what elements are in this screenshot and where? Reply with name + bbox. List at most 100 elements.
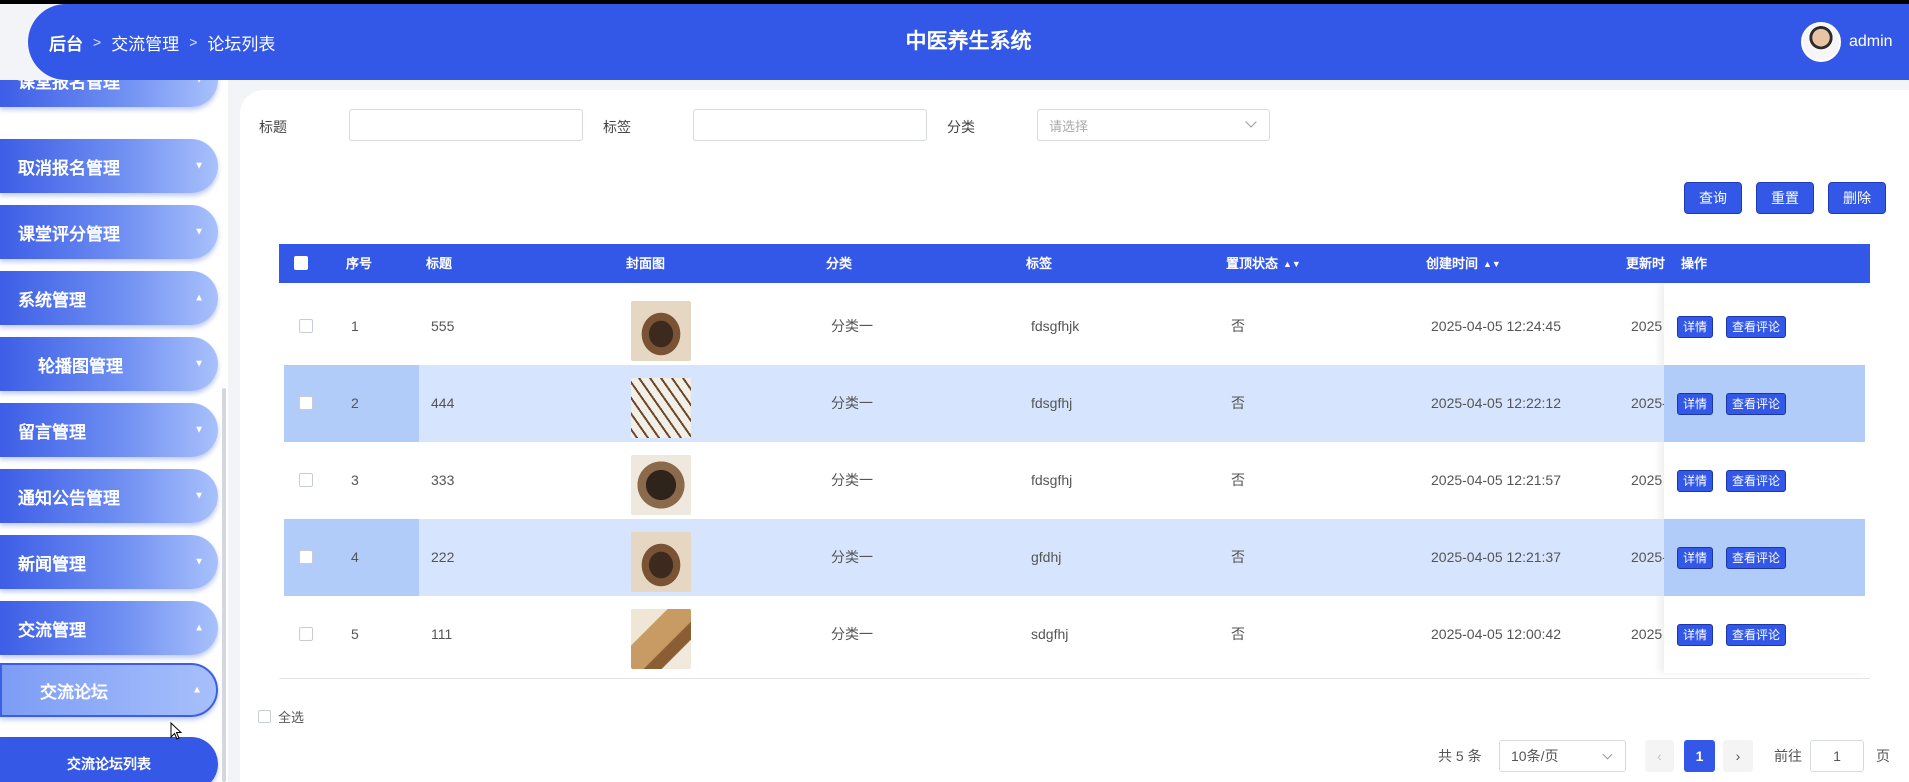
sidebar-item-forum-list[interactable]: 交流论坛列表 (0, 737, 218, 782)
detail-button[interactable]: 详情 (1677, 316, 1714, 338)
detail-button[interactable]: 详情 (1677, 547, 1714, 569)
sidebar-item-news[interactable]: 新闻管理 ▼ (0, 535, 218, 589)
row-title: 555 (431, 318, 455, 334)
table-row[interactable]: 4 222 分类一 gfdhj 否 2025-04-05 12:21:37 2025-0 (284, 519, 1865, 596)
sidebar-item-exchange[interactable]: 交流管理 ▲ (0, 601, 218, 655)
sidebar-item-label: 系统管理 (18, 290, 86, 310)
chevron-down-icon: ▼ (194, 556, 204, 568)
category-filter-label: 分类 (947, 119, 975, 135)
sidebar-item-notices[interactable]: 通知公告管理 ▼ (0, 469, 218, 523)
sidebar-item-system[interactable]: 系统管理 ▲ (0, 271, 218, 325)
cover-thumbnail[interactable] (631, 301, 691, 361)
view-comments-button[interactable]: 查看评论 (1726, 624, 1787, 646)
view-comments-button[interactable]: 查看评论 (1726, 470, 1787, 492)
row-ops-cell: 详情 查看评论 (1664, 442, 1865, 519)
username[interactable]: admin (1849, 33, 1909, 51)
col-updated: 更新时 (1626, 256, 1666, 271)
reset-button[interactable]: 重置 (1756, 182, 1814, 214)
breadcrumb-section[interactable]: 交流管理 (111, 30, 179, 55)
sort-icon[interactable]: ▲▼ (1483, 245, 1501, 284)
view-comments-button[interactable]: 查看评论 (1726, 547, 1787, 569)
select-all-checkbox[interactable] (294, 256, 308, 270)
chevron-right-icon: > (93, 34, 102, 50)
sidebar-scrollbar[interactable] (222, 388, 226, 782)
view-comments-button[interactable]: 查看评论 (1726, 316, 1787, 338)
title-filter-input[interactable] (349, 109, 583, 141)
cover-thumbnail[interactable] (631, 532, 691, 592)
view-comments-button[interactable]: 查看评论 (1726, 393, 1787, 415)
sidebar-item-label: 轮播图管理 (38, 356, 123, 376)
cover-thumbnail[interactable] (631, 609, 691, 669)
chevron-up-icon: ▲ (194, 622, 204, 634)
query-button[interactable]: 查询 (1684, 182, 1742, 214)
avatar[interactable] (1801, 22, 1841, 62)
user-menu[interactable]: admin (1801, 4, 1909, 80)
row-checkbox[interactable] (299, 473, 313, 487)
row-created: 2025-04-05 12:24:45 (1431, 318, 1561, 334)
sidebar-item-messages[interactable]: 留言管理 ▼ (0, 403, 218, 457)
detail-button[interactable]: 详情 (1677, 393, 1714, 415)
row-updated: 2025 (1631, 318, 1663, 334)
row-pinned: 否 (1231, 395, 1245, 411)
col-seq: 序号 (346, 256, 373, 271)
row-title: 111 (431, 626, 453, 642)
row-category: 分类一 (831, 318, 873, 334)
table-row[interactable]: 2 444 分类一 fdsgfhj 否 2025-04-05 12:22:12 2025-0 (284, 365, 1865, 442)
row-created: 2025-04-05 12:21:37 (1431, 549, 1561, 565)
row-pinned: 否 (1231, 472, 1245, 488)
row-ops-cell: 详情 查看评论 (1664, 288, 1865, 365)
title-filter-label: 标题 (259, 119, 287, 135)
page-size-select[interactable]: 10条/页 (1499, 740, 1626, 772)
detail-button[interactable]: 详情 (1677, 624, 1714, 646)
col-created[interactable]: 创建时间 ▲▼ (1426, 244, 1501, 284)
row-tag: fdsgfhjk (1031, 318, 1080, 334)
table-row[interactable]: 1 555 分类一 fdsgfhjk 否 2025-04-05 12:24:45 2025 (279, 288, 1870, 365)
sidebar-item-forum[interactable]: 交流论坛 ▲ (0, 663, 218, 717)
sidebar-item-label: 新闻管理 (18, 554, 86, 574)
row-checkbox[interactable] (299, 627, 313, 641)
chevron-down-icon: ▼ (194, 358, 204, 370)
current-page[interactable]: 1 (1684, 740, 1715, 772)
cover-thumbnail[interactable] (631, 455, 691, 515)
col-category: 分类 (826, 256, 853, 271)
sidebar-item-carousel[interactable]: 轮播图管理 ▼ (0, 337, 218, 391)
sidebar-item-cancel-registration[interactable]: 取消报名管理 ▼ (0, 139, 218, 193)
select-all[interactable]: 全选 (258, 707, 304, 726)
sidebar-item-label: 交流管理 (18, 620, 86, 640)
sort-icon[interactable]: ▲▼ (1283, 245, 1301, 284)
row-checkbox[interactable] (299, 550, 313, 564)
row-category: 分类一 (831, 626, 873, 642)
row-ops-cell: 详情 查看评论 (1664, 596, 1865, 673)
table-bottom-border (279, 678, 1870, 679)
goto-page-input[interactable]: 1 (1810, 740, 1864, 772)
table-row[interactable]: 5 111 分类一 sdgfhj 否 2025-04-05 12:00:42 2025 (279, 596, 1870, 673)
total-count: 共 5 条 (1438, 748, 1482, 764)
row-created: 2025-04-05 12:00:42 (1431, 626, 1561, 642)
category-filter-placeholder: 请选择 (1049, 118, 1089, 134)
sidebar-item-class-registration[interactable]: 课堂报名管理 ▼ (0, 80, 218, 107)
sidebar-item-class-rating[interactable]: 课堂评分管理 ▼ (0, 205, 218, 259)
mouse-cursor-icon (170, 722, 183, 740)
cover-thumbnail[interactable] (631, 378, 691, 438)
row-checkbox[interactable] (299, 319, 313, 333)
select-all-label: 全选 (278, 710, 305, 725)
row-pinned: 否 (1231, 318, 1245, 334)
table-row[interactable]: 3 333 分类一 fdsgfhj 否 2025-04-05 12:21:57 2025 (279, 442, 1870, 519)
row-category: 分类一 (831, 472, 873, 488)
select-all-checkbox[interactable] (258, 710, 271, 723)
row-tag: fdsgfhj (1031, 472, 1073, 488)
chevron-down-icon: ▼ (194, 424, 204, 436)
tag-filter-input[interactable] (693, 109, 927, 141)
sidebar-item-label: 课堂报名管理 (18, 80, 120, 92)
prev-page-button[interactable]: ‹ (1645, 740, 1674, 772)
breadcrumb-home[interactable]: 后台 (49, 30, 83, 55)
chevron-up-icon: ▲ (194, 292, 204, 304)
breadcrumb-current: 论坛列表 (207, 34, 276, 54)
row-checkbox[interactable] (299, 396, 313, 410)
col-pinned[interactable]: 置顶状态 ▲▼ (1226, 244, 1301, 284)
delete-button[interactable]: 删除 (1828, 182, 1886, 214)
page-size-value: 10条/页 (1511, 748, 1559, 764)
detail-button[interactable]: 详情 (1677, 470, 1714, 492)
category-filter-select[interactable]: 请选择 (1037, 109, 1270, 141)
next-page-button[interactable]: › (1723, 740, 1753, 772)
